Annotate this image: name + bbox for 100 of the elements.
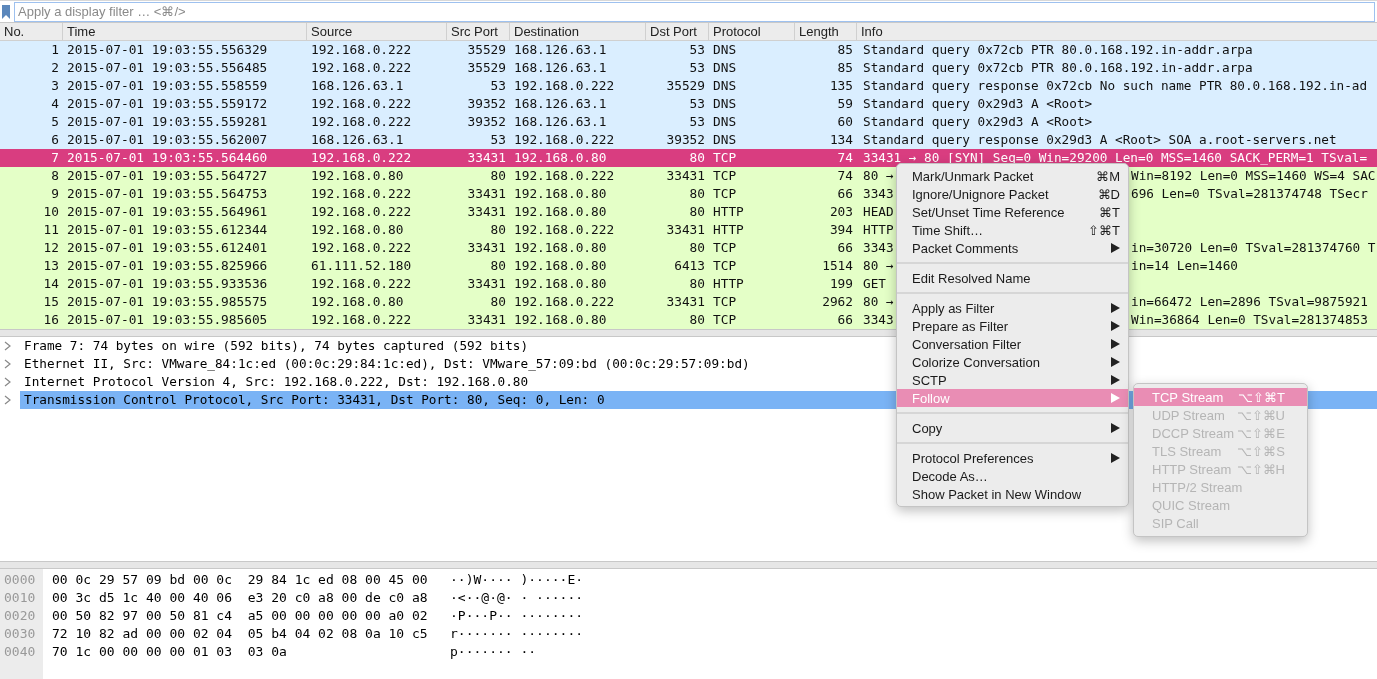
table-cell-text: 192.168.0.80 — [513, 239, 608, 257]
table-cell-text: DNS — [712, 59, 738, 77]
table-cell-text: 168.126.63.1 — [513, 59, 608, 77]
table-cell-text: 39352 — [665, 131, 706, 149]
table-cell-text: 192.168.0.80 — [513, 311, 608, 329]
ascii-bytes: ·P···P·· ········ — [450, 607, 584, 625]
table-cell-text: 33431 — [466, 149, 507, 167]
menu-item[interactable]: Copy — [897, 419, 1128, 437]
ascii-bytes: ·<··@·@· · ······ — [450, 589, 584, 607]
table-cell-text: DNS — [712, 77, 738, 95]
table-cell-text: 33431 — [466, 203, 507, 221]
table-cell-text: TCP — [712, 257, 738, 275]
packet-row[interactable]: 6 2015-07-01 19:03:55.562007 168.126.63.1 53 192.168.0.222 39352 DNS 134 Standard query response 0x29d3 A <Root> SOA a.root-servers.net — [0, 131, 1377, 149]
table-cell-text: 33431 — [466, 239, 507, 257]
ascii-bytes: r······· ········ — [450, 625, 584, 643]
menu-item[interactable]: Conversation Filter — [897, 335, 1128, 353]
hex-bytes: 70 1c 00 00 00 00 01 03 03 0a — [52, 643, 288, 661]
table-cell-text: DNS — [712, 95, 738, 113]
chevron-icon[interactable] — [4, 395, 12, 405]
table-cell-text: HTTP — [712, 221, 745, 239]
table-cell-text: 2015-07-01 19:03:55.825966 — [66, 257, 269, 275]
table-cell-text: TCP — [712, 311, 738, 329]
packet-row[interactable]: 3 2015-07-01 19:03:55.558559 168.126.63.1 53 192.168.0.222 35529 DNS 135 Standard query response 0x72cb No such name PTR 80.0.168.192.in-ad — [0, 77, 1377, 95]
packet-row[interactable]: 2 2015-07-01 19:03:55.556485 192.168.0.222 35529 168.126.63.1 53 DNS 85 Standard query 0x72cb PTR 80.0.168.192.in-addr.arpa — [0, 59, 1377, 77]
hex-bytes: 00 50 82 97 00 50 81 c4 a5 00 00 00 00 00 a0 02 — [52, 607, 429, 625]
detail-tree-item[interactable]: Internet Protocol Version 4, Src: 192.168.0.222, Dst: 192.168.0.80 — [20, 373, 533, 391]
menu-item[interactable]: SCTP — [897, 371, 1128, 389]
table-cell-text: 33431 — [665, 221, 706, 239]
table-cell-text: 33431 — [665, 167, 706, 185]
packet-row[interactable]: 7 2015-07-01 19:03:55.564460 192.168.0.222 33431 192.168.0.80 80 TCP 74 33431 → 80 [SYN] Seq=0 Win=29200 Len=0 MSS=1460 SACK_PERM=1 TSval= — [0, 149, 1377, 167]
table-cell-text: 2 — [50, 59, 60, 77]
table-cell: 80 → — [863, 257, 895, 275]
menu-item[interactable]: Show Packet in New Window — [897, 485, 1128, 503]
table-cell-text: TCP — [712, 185, 738, 203]
packet-row[interactable]: 4 2015-07-01 19:03:55.559172 192.168.0.222 39352 168.126.63.1 53 DNS 59 Standard query 0x29d3 A <Root> — [0, 95, 1377, 113]
table-cell-text: DNS — [712, 131, 738, 149]
column-header[interactable]: Destination — [510, 23, 646, 40]
table-cell-text: 192.168.0.80 — [310, 167, 405, 185]
menu-item[interactable]: Ignore/Unignore Packet ⌘D — [897, 185, 1128, 203]
table-cell-text: 192.168.0.222 — [513, 131, 616, 149]
detail-tree-item[interactable]: Frame 7: 74 bytes on wire (592 bits), 74 bytes captured (592 bits) — [20, 337, 533, 355]
table-cell-text: 192.168.0.222 — [310, 203, 413, 221]
column-header[interactable]: Dst Port — [646, 23, 709, 40]
table-cell-text: 168.126.63.1 — [513, 95, 608, 113]
menu-item[interactable]: Mark/Unmark Packet ⌘M — [897, 167, 1128, 185]
table-cell-text: 66 — [836, 185, 854, 203]
table-cell-text: 192.168.0.222 — [513, 167, 616, 185]
column-header[interactable]: No. — [0, 23, 63, 40]
table-cell-text: 2015-07-01 19:03:55.564961 — [66, 203, 269, 221]
menu-item[interactable]: Decode As… — [897, 467, 1128, 485]
column-header[interactable]: Length — [795, 23, 857, 40]
table-cell-text: DNS — [712, 41, 738, 59]
table-cell-text: 192.168.0.222 — [310, 113, 413, 131]
menu-item[interactable]: Packet Comments — [897, 239, 1128, 257]
table-cell-text: 2015-07-01 19:03:55.933536 — [66, 275, 269, 293]
display-filter-field[interactable]: Apply a display filter … <⌘/> — [14, 1, 1375, 22]
table-cell-text: 192.168.0.222 — [310, 59, 413, 77]
table-cell: 3343 — [863, 185, 895, 203]
menu-item[interactable]: Set/Unset Time Reference ⌘T — [897, 203, 1128, 221]
chevron-icon[interactable] — [4, 359, 12, 369]
table-cell: in=14 Len=1460 — [1131, 257, 1238, 275]
hex-bytes: 00 3c d5 1c 40 00 40 06 e3 20 c0 a8 00 de c0 a8 — [52, 589, 429, 607]
table-cell-text: 192.168.0.80 — [513, 275, 608, 293]
table-cell-text: TCP — [712, 239, 738, 257]
table-cell-text: 14 — [42, 275, 60, 293]
detail-tree-item[interactable]: Ethernet II, Src: VMware_84:1c:ed (00:0c:29:84:1c:ed), Dst: VMware_57:09:bd (00:0c:29:57:09:bd) — [20, 355, 754, 373]
table-cell-text: 6413 — [673, 257, 706, 275]
menu-item[interactable]: Protocol Preferences — [897, 449, 1128, 467]
table-cell-text: 192.168.0.222 — [513, 293, 616, 311]
menu-item[interactable]: Time Shift… ⇧⌘T — [897, 221, 1128, 239]
chevron-icon[interactable] — [4, 377, 12, 387]
table-cell-text: 192.168.0.80 — [310, 293, 405, 311]
table-cell-text: 80 — [688, 239, 706, 257]
table-cell-text: 15 — [42, 293, 60, 311]
table-cell: 696 Len=0 TSval=281374748 TSecr — [1131, 185, 1368, 203]
byte-offset: 0020 — [3, 607, 37, 625]
column-header[interactable]: Info — [857, 23, 1377, 40]
column-header[interactable]: Protocol — [709, 23, 795, 40]
table-cell-text: 2015-07-01 19:03:55.985605 — [66, 311, 269, 329]
column-header[interactable]: Time — [63, 23, 307, 40]
table-cell-text: 10 — [42, 203, 60, 221]
table-cell-text: 5 — [50, 113, 60, 131]
table-cell-text: 135 — [828, 77, 854, 95]
table-cell-text: 85 — [836, 41, 854, 59]
table-cell: 80 → — [863, 293, 895, 311]
chevron-icon[interactable] — [4, 341, 12, 351]
column-header[interactable]: Source — [307, 23, 447, 40]
packet-row[interactable]: 1 2015-07-01 19:03:55.556329 192.168.0.222 35529 168.126.63.1 53 DNS 85 Standard query 0x72cb PTR 80.0.168.192.in-addr.arpa — [0, 41, 1377, 59]
table-cell-text: 35529 — [665, 77, 706, 95]
column-header[interactable]: Src Port — [447, 23, 510, 40]
table-cell-text: 192.168.0.80 — [513, 185, 608, 203]
table-cell-text: 11 — [42, 221, 60, 239]
table-cell: Standard query response 0x72cb No such name PTR 80.0.168.192.in-ad — [863, 77, 1368, 95]
table-cell-text: 2015-07-01 19:03:55.564753 — [66, 185, 269, 203]
table-cell-text: 53 — [688, 59, 706, 77]
menu-item[interactable]: Colorize Conversation — [897, 353, 1128, 371]
table-cell-text: DNS — [712, 113, 738, 131]
packet-row[interactable]: 5 2015-07-01 19:03:55.559281 192.168.0.222 39352 168.126.63.1 53 DNS 60 Standard query 0x29d3 A <Root> — [0, 113, 1377, 131]
table-cell-text: 80 — [489, 293, 507, 311]
bookmark-icon[interactable] — [2, 4, 10, 19]
